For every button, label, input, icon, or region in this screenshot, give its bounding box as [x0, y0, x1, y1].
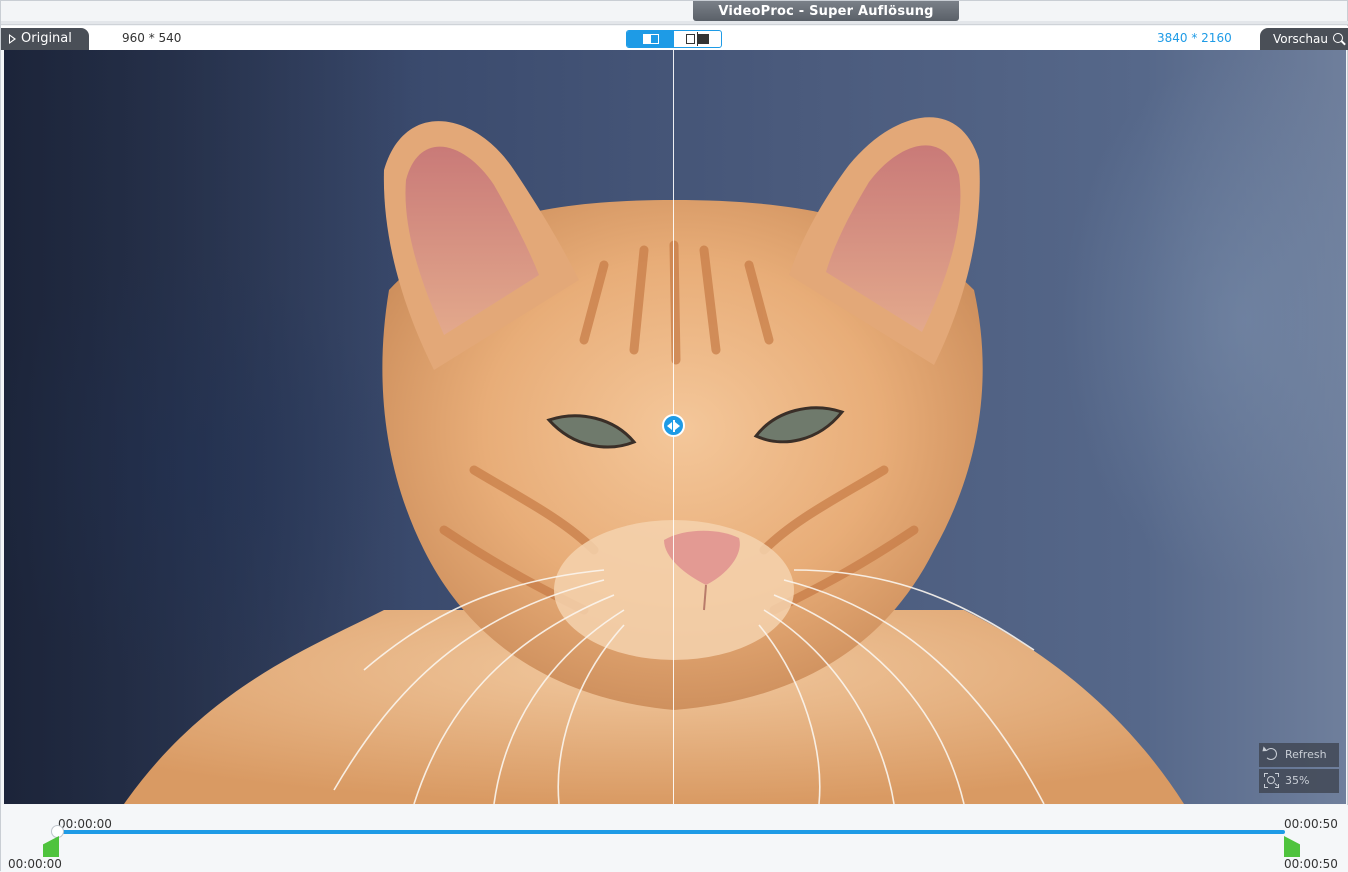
- arrow-left-icon: [667, 422, 672, 430]
- view-mode-toggle: [626, 30, 722, 48]
- comparison-header: Original 960 * 540 3840 * 2160 Vorschau: [1, 26, 1348, 50]
- trim-end-marker[interactable]: [1284, 836, 1300, 857]
- title-divider: [1, 21, 1348, 25]
- refresh-label: Refresh: [1285, 748, 1327, 761]
- app-window: VideoProc - Super Auflösung Original 960…: [0, 0, 1348, 872]
- timeline-track[interactable]: [58, 830, 1285, 834]
- video-preview[interactable]: Refresh 35%: [4, 50, 1346, 804]
- refresh-icon: [1265, 748, 1277, 760]
- split-view-icon: [643, 34, 659, 44]
- end-time-top: 00:00:50: [1284, 817, 1338, 831]
- trim-start-marker[interactable]: [43, 836, 59, 857]
- original-tab[interactable]: Original: [1, 28, 89, 50]
- original-resolution: 960 * 540: [122, 31, 182, 45]
- trim-start-time: 00:00:00: [8, 857, 62, 871]
- zoom-button[interactable]: 35%: [1259, 769, 1339, 793]
- original-label: Original: [21, 31, 72, 46]
- arrow-right-icon: [675, 422, 680, 430]
- output-resolution: 3840 * 2160: [1157, 31, 1232, 45]
- play-icon: [9, 34, 16, 44]
- trim-end-time: 00:00:50: [1284, 857, 1338, 871]
- refresh-button[interactable]: Refresh: [1259, 743, 1339, 767]
- zoom-fit-icon: [1264, 773, 1279, 788]
- split-view-button[interactable]: [627, 31, 674, 47]
- side-by-side-button[interactable]: [674, 31, 721, 47]
- divider-drag-handle[interactable]: [662, 414, 685, 437]
- current-time: 00:00:00: [58, 817, 112, 831]
- preview-label: Vorschau: [1273, 32, 1328, 46]
- side-by-side-icon: [686, 32, 710, 46]
- playhead-knob[interactable]: [51, 825, 64, 838]
- timeline: 00:00:00 00:00:50 00:00:00 00:00:50: [1, 805, 1348, 872]
- preview-tab[interactable]: Vorschau: [1260, 28, 1348, 50]
- window-title: VideoProc - Super Auflösung: [693, 1, 959, 21]
- magnifier-icon: [1333, 33, 1343, 43]
- zoom-level: 35%: [1285, 774, 1310, 787]
